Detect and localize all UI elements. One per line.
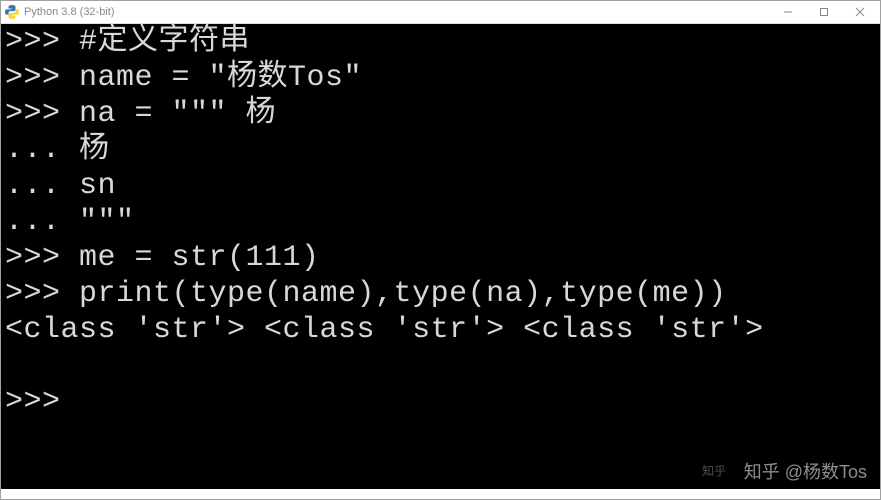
window-controls: [770, 2, 878, 23]
maximize-button[interactable]: [806, 2, 842, 23]
python-icon: [5, 5, 19, 19]
minimize-button[interactable]: [770, 2, 806, 23]
close-button[interactable]: [842, 2, 878, 23]
app-window: Python 3.8 (32-bit) >>> #定义字符串 >>> name …: [0, 0, 881, 500]
titlebar[interactable]: Python 3.8 (32-bit): [1, 1, 880, 24]
terminal-output[interactable]: >>> #定义字符串 >>> name = "杨数Tos" >>> na = "…: [1, 24, 880, 489]
window-title: Python 3.8 (32-bit): [24, 6, 770, 18]
caption-bar: [1, 489, 880, 499]
